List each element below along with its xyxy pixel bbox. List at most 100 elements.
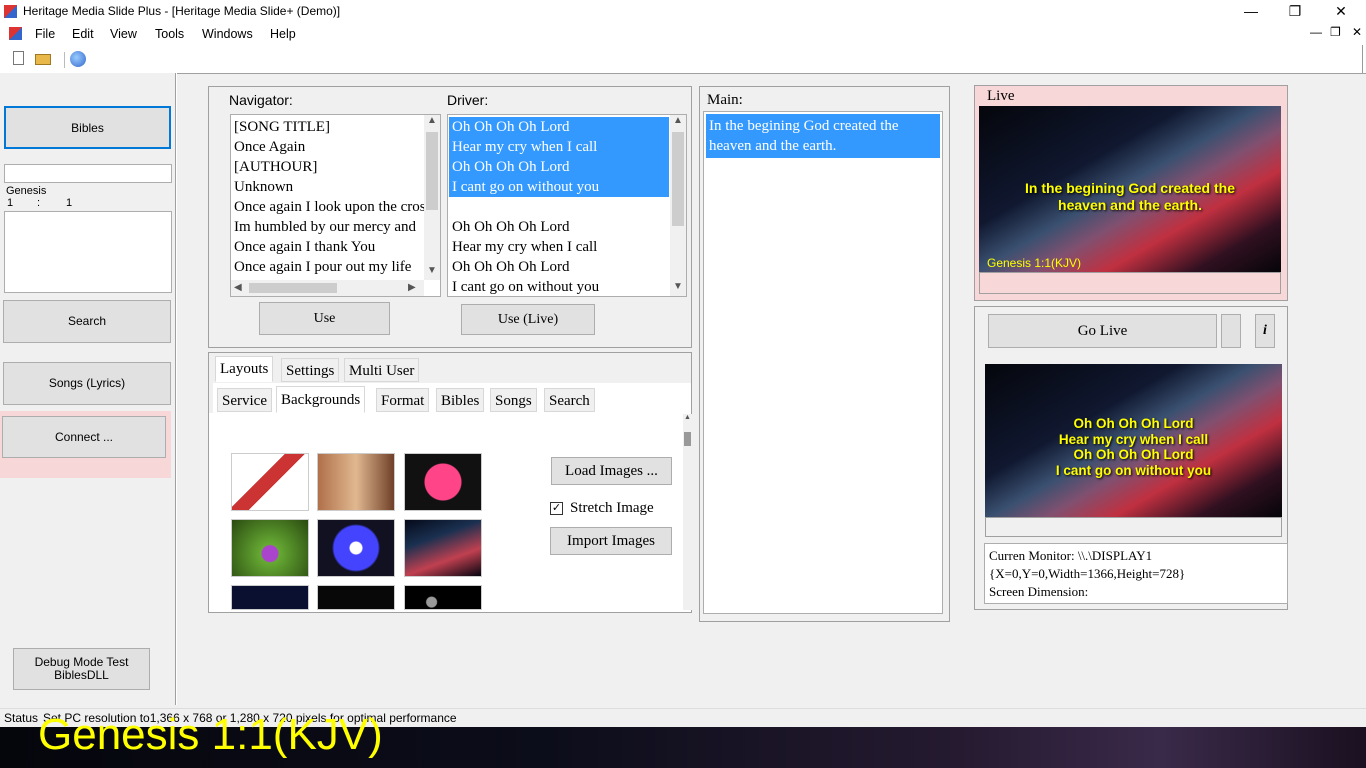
search-button[interactable]: Search	[3, 300, 171, 343]
scroll-thumb[interactable]	[426, 132, 438, 210]
use-live-button[interactable]: Use (Live)	[461, 304, 595, 335]
main-text-selected[interactable]: In the begining God created the heaven a…	[706, 114, 940, 158]
background-thumbnail[interactable]	[317, 585, 395, 610]
mdi-minimize-icon[interactable]: —	[1310, 25, 1322, 39]
tab-format[interactable]: Format	[376, 388, 430, 412]
scroll-left-icon[interactable]: ◀	[234, 282, 242, 293]
background-thumbnail[interactable]	[404, 453, 482, 511]
import-images-button[interactable]: Import Images	[550, 527, 672, 555]
list-item[interactable]: I cant go on without you	[449, 277, 669, 297]
list-item[interactable]: Im humbled by our mercy and	[234, 217, 424, 237]
tab-bibles[interactable]: Bibles	[436, 388, 485, 412]
window-title: Heritage Media Slide Plus - [Heritage Me…	[23, 4, 341, 18]
tab-layouts[interactable]: Layouts	[215, 356, 274, 382]
background-thumbnail[interactable]	[231, 519, 309, 577]
background-thumbnail[interactable]	[231, 585, 309, 610]
connect-button[interactable]: Connect ...	[2, 416, 166, 458]
menu-edit[interactable]: Edit	[72, 27, 94, 41]
title-bar: Heritage Media Slide Plus - [Heritage Me…	[0, 0, 1366, 23]
tab-backgrounds[interactable]: Backgrounds	[276, 386, 366, 413]
list-item[interactable]: Oh Oh Oh Oh Lord	[449, 157, 669, 177]
hscroll-thumb[interactable]	[249, 283, 337, 293]
list-item[interactable]: Oh Oh Oh Oh Lord	[449, 117, 669, 137]
bible-search-input[interactable]	[4, 164, 172, 183]
mdi-restore-icon[interactable]: ❐	[1330, 25, 1341, 39]
menu-help[interactable]: Help	[270, 27, 296, 41]
background-thumbnail[interactable]	[317, 453, 395, 511]
navigator-hscroll[interactable]: ◀ ▶	[231, 280, 424, 296]
menu-file[interactable]: File	[35, 27, 55, 41]
tab-songs[interactable]: Songs	[490, 388, 537, 412]
list-item[interactable]: Hear my cry when I call	[449, 237, 669, 257]
stretch-image-checkbox[interactable]: ✓	[550, 502, 563, 515]
songs-lyrics-button[interactable]: Songs (Lyrics)	[3, 362, 171, 405]
list-item[interactable]: Hear my cry when I call	[449, 137, 669, 157]
navigator-vscroll[interactable]: ▲ ▼	[424, 115, 440, 280]
list-item[interactable]: I cant go on without you	[449, 177, 669, 197]
scroll-thumb[interactable]	[684, 432, 691, 446]
load-images-button[interactable]: Load Images ...	[551, 457, 672, 485]
list-item[interactable]: Oh Oh Oh Oh Lord	[449, 217, 669, 237]
list-item[interactable]: Once again I look upon the cross	[234, 197, 424, 217]
globe-icon[interactable]	[70, 51, 86, 67]
list-item[interactable]: Once again I pour out my life	[234, 257, 424, 277]
scroll-up-icon[interactable]: ▲	[683, 414, 692, 421]
background-thumbnail[interactable]	[404, 519, 482, 577]
background-thumbnail[interactable]	[404, 585, 482, 610]
tab-settings[interactable]: Settings	[281, 358, 340, 382]
debug-line2: BiblesDLL	[54, 668, 109, 682]
bibles-button[interactable]: Bibles	[4, 106, 171, 149]
go-live-button[interactable]: Go Live	[988, 314, 1217, 348]
maximize-icon[interactable]: ❐	[1272, 0, 1318, 23]
debug-mode-button[interactable]: Debug Mode Test BiblesDLL	[13, 648, 150, 690]
new-file-icon[interactable]	[13, 51, 24, 65]
scroll-up-icon[interactable]: ▲	[424, 115, 440, 126]
thumbnails-vscroll[interactable]: ▲	[683, 414, 692, 610]
close-icon[interactable]: ✕	[1318, 0, 1364, 23]
live-label: Live	[987, 88, 1015, 104]
menu-tools[interactable]: Tools	[155, 27, 184, 41]
scroll-down-icon[interactable]: ▼	[670, 281, 686, 292]
navigator-label: Navigator:	[226, 92, 296, 108]
scroll-down-icon[interactable]: ▼	[424, 265, 440, 276]
mdi-close-icon[interactable]: ✕	[1352, 25, 1362, 39]
preview-line: Oh Oh Oh Oh Lord	[1073, 447, 1194, 462]
open-folder-icon[interactable]	[35, 54, 51, 65]
list-item[interactable]: [SONG TITLE]	[234, 117, 424, 137]
colon-label: :	[37, 197, 41, 209]
background-thumbnail[interactable]	[231, 453, 309, 511]
main-text-list[interactable]: In the begining God created the heaven a…	[703, 111, 943, 614]
app-icon	[4, 5, 17, 18]
scroll-up-icon[interactable]: ▲	[670, 115, 686, 126]
status-label: Status	[4, 711, 39, 725]
list-item[interactable]	[449, 197, 669, 217]
list-item[interactable]: Oh Oh Oh Oh Lord	[449, 257, 669, 277]
background-thumbnail[interactable]	[317, 519, 395, 577]
list-item[interactable]: Once Again	[234, 137, 424, 157]
tab-multi-user[interactable]: Multi User	[344, 358, 420, 382]
minimize-icon[interactable]: —	[1228, 0, 1274, 23]
main-label: Main:	[707, 92, 743, 108]
live-reference: Genesis 1:1(KJV)	[987, 256, 1082, 270]
monitor-info: Curren Monitor: \\.\DISPLAY1 {X=0,Y=0,Wi…	[984, 543, 1288, 604]
list-item[interactable]: Once again I thank You	[234, 237, 424, 257]
tab-search[interactable]: Search	[544, 388, 595, 412]
preview-line: Hear my cry when I call	[1058, 432, 1209, 447]
info-button[interactable]: i	[1255, 314, 1275, 348]
monitor-line1: Curren Monitor: \\.\DISPLAY1	[989, 548, 1153, 563]
stretch-image-label[interactable]: Stretch Image	[570, 500, 654, 517]
blank-button[interactable]	[1221, 314, 1241, 348]
tab-service[interactable]: Service	[217, 388, 272, 412]
menu-windows[interactable]: Windows	[202, 27, 253, 41]
verse-list[interactable]	[4, 211, 172, 293]
scroll-right-icon[interactable]: ▶	[408, 282, 416, 293]
driver-list[interactable]: Oh Oh Oh Oh Lord Hear my cry when I call…	[447, 114, 687, 297]
navigator-list[interactable]: [SONG TITLE] Once Again [AUTHOUR] Unknow…	[230, 114, 441, 297]
menu-view[interactable]: View	[110, 27, 137, 41]
toolbar-separator	[64, 52, 65, 68]
scroll-thumb[interactable]	[672, 132, 684, 226]
driver-vscroll[interactable]: ▲ ▼	[670, 115, 686, 296]
list-item[interactable]: [AUTHOUR]	[234, 157, 424, 177]
use-button[interactable]: Use	[259, 302, 390, 335]
list-item[interactable]: Unknown	[234, 177, 424, 197]
